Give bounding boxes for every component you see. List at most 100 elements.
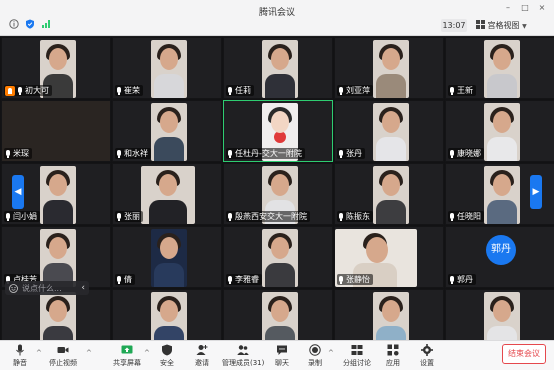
video-tile[interactable]: 康晓娜 [445, 100, 554, 162]
microphone-icon [17, 86, 23, 95]
microphone-icon [5, 149, 11, 158]
manage-members-label: 管理成员(31) [222, 359, 265, 367]
participant-name: 闫小娟 [13, 212, 37, 221]
chat-button[interactable]: 聊天 [271, 344, 293, 370]
minimize-button[interactable]: – [503, 4, 513, 12]
share-screen-button[interactable]: 共享屏幕 [112, 344, 142, 370]
microphone-icon [116, 275, 122, 284]
video-tile[interactable]: 陈振东 [334, 163, 444, 225]
emoji-icon[interactable] [9, 283, 18, 293]
microphone-icon [116, 212, 122, 221]
participant-name: 任莉 [235, 86, 251, 95]
video-feed [262, 229, 298, 287]
chevron-up-icon[interactable]: ^ [86, 349, 92, 357]
participant-name: 康晓娜 [457, 149, 481, 158]
grid-icon [476, 20, 485, 29]
participant-name: 张丹 [346, 149, 362, 158]
signal-icon[interactable] [41, 19, 51, 29]
participant-name: 李雅睿 [235, 275, 259, 284]
chat-placeholder: 说点什么... [22, 283, 62, 293]
microphone-icon [449, 86, 455, 95]
participant-avatar: 郭丹 [486, 235, 516, 265]
microphone-icon [116, 86, 122, 95]
chat-input[interactable]: 说点什么... ‹ [5, 281, 89, 295]
microphone-icon [227, 86, 233, 95]
window-title: 腾讯会议 [258, 8, 295, 18]
video-tile[interactable]: 张丹 [334, 100, 444, 162]
video-feed [484, 40, 520, 98]
members-icon [237, 344, 249, 356]
breakout-rooms-button[interactable]: 分组讨论 [342, 344, 372, 370]
participant-name: 倩 [124, 275, 132, 284]
video-tile[interactable]: 任莉 [223, 37, 333, 99]
apps-icon [387, 344, 399, 356]
video-feed [484, 103, 520, 161]
security-button[interactable]: 安全 [156, 344, 178, 370]
microphone-icon [227, 275, 233, 284]
microphone-icon [338, 275, 344, 284]
microphone-icon [338, 149, 344, 158]
video-tile-active-speaker[interactable]: 任杜丹-交大一附院 [223, 100, 333, 162]
video-tile[interactable]: 卢桂芳 [1, 226, 111, 288]
invite-button[interactable]: 邀请 [191, 344, 213, 370]
next-page-button[interactable]: ▶ [530, 175, 542, 209]
video-tile[interactable]: 倩 [112, 226, 222, 288]
video-tile[interactable]: 初大可 [1, 37, 111, 99]
mute-button[interactable]: 静音 [8, 344, 32, 370]
microphone-icon [449, 149, 455, 158]
info-icon[interactable] [9, 19, 19, 29]
apps-label: 应用 [386, 359, 400, 367]
video-tile[interactable]: 米琛 [1, 100, 111, 162]
microphone-icon [338, 212, 344, 221]
participant-name: 郭丹 [457, 275, 473, 284]
stop-video-label: 停止视频 [49, 359, 77, 367]
participant-name: 和水祥 [124, 149, 148, 158]
video-tile[interactable]: 崔荣 [112, 37, 222, 99]
chevron-up-icon[interactable]: ^ [328, 349, 334, 357]
record-label: 录制 [308, 359, 322, 367]
view-mode-button[interactable]: 宫格视图 ▼ [476, 19, 534, 32]
microphone-icon [5, 212, 11, 221]
breakout-rooms-label: 分组讨论 [343, 359, 371, 367]
apps-button[interactable]: 应用 [382, 344, 404, 370]
video-tile[interactable]: 李雅睿 [223, 226, 333, 288]
settings-button[interactable]: 设置 [416, 344, 438, 370]
video-feed [262, 40, 298, 98]
chat-label: 聊天 [275, 359, 289, 367]
previous-page-button[interactable]: ◀ [12, 175, 24, 209]
close-button[interactable]: × [537, 4, 547, 12]
shield-icon[interactable] [25, 19, 35, 29]
video-tile[interactable]: 王新 [445, 37, 554, 99]
participant-name: 张丽 [124, 212, 140, 221]
shield-icon [161, 344, 173, 356]
manage-members-button[interactable]: 管理成员(31) [222, 344, 264, 370]
participant-name: 殷燕西安交大一附院 [235, 212, 307, 221]
settings-label: 设置 [420, 359, 434, 367]
video-tile[interactable]: 张丽 [112, 163, 222, 225]
chevron-up-icon[interactable]: ^ [36, 349, 42, 357]
record-button[interactable]: 录制 [304, 344, 326, 370]
microphone-icon [338, 86, 344, 95]
gear-icon [421, 344, 433, 356]
video-tile[interactable]: 张静怡 [334, 226, 444, 288]
end-meeting-button[interactable]: 结束会议 [502, 344, 546, 364]
chevron-up-icon[interactable]: ^ [144, 349, 150, 357]
meeting-time: 13:07 [441, 19, 467, 32]
chevron-left-icon[interactable]: ‹ [81, 283, 85, 293]
invite-label: 邀请 [195, 359, 209, 367]
chevron-down-icon: ▼ [522, 23, 527, 30]
video-tile[interactable]: 和水祥 [112, 100, 222, 162]
video-feed [40, 229, 76, 287]
meeting-toolbar: 静音 ^ 停止视频 ^ 共享屏幕 ^ 安全 邀请 管理成员(31) 聊天 录制 … [0, 340, 554, 370]
video-tile[interactable]: 殷燕西安交大一附院 [223, 163, 333, 225]
stop-video-button[interactable]: 停止视频 [46, 344, 80, 370]
microphone-icon [449, 275, 455, 284]
video-feed [151, 40, 187, 98]
video-tile[interactable]: 郭丹 郭丹 [445, 226, 554, 288]
view-mode-label: 宫格视图 [487, 21, 520, 30]
video-tile[interactable]: 刘亚萍 [334, 37, 444, 99]
video-feed [151, 229, 187, 287]
security-label: 安全 [160, 359, 174, 367]
maximize-button[interactable]: □ [520, 4, 530, 12]
video-feed [151, 103, 187, 161]
